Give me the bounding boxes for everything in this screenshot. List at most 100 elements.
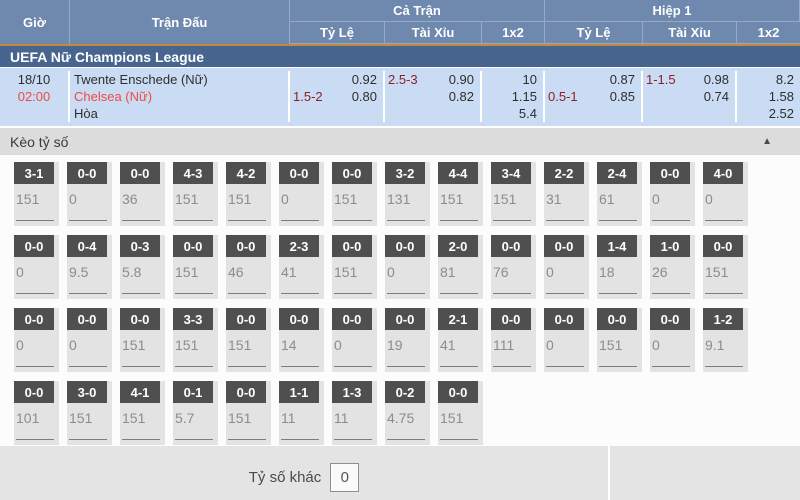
ft-1x2-away[interactable]: 1.15 (482, 88, 537, 105)
score-odds-cell[interactable]: 3-4151 (491, 162, 536, 226)
score-odds-cell[interactable]: 0-0151 (332, 235, 377, 299)
score-odds-cell[interactable]: 3-1151 (14, 162, 59, 226)
score-label: 0-0 (650, 162, 690, 184)
score-label: 4-0 (703, 162, 743, 184)
header-full-time-group: Cả Trận (290, 0, 545, 22)
h1-handicap-cell[interactable]: 0.87 0.5-10.85 (545, 71, 643, 122)
score-odds-cell[interactable]: 0-0151 (226, 308, 271, 372)
score-odds-cell[interactable]: 0-00 (14, 235, 59, 299)
score-label: 0-0 (332, 308, 372, 330)
score-odds-cell[interactable]: 0-0151 (597, 308, 642, 372)
correct-score-grid: 3-11510-000-0364-31514-21510-000-01513-2… (0, 155, 800, 446)
ft-hdp-away-odds[interactable]: 0.80 (352, 88, 377, 105)
correct-score-section-header[interactable]: Kèo tỷ số ▲ (0, 128, 800, 155)
score-odds-cell[interactable]: 0-0151 (173, 235, 218, 299)
score-odds-cell[interactable]: 4-2151 (226, 162, 271, 226)
score-odds-cell[interactable]: 0-036 (120, 162, 165, 226)
cell-underline (440, 439, 478, 440)
h1-ou-line: 1-1.5 (646, 71, 676, 88)
score-label: 4-1 (120, 381, 160, 403)
score-label: 3-4 (491, 162, 531, 184)
score-odds-cell[interactable]: 0-15.7 (173, 381, 218, 445)
cell-underline (16, 439, 54, 440)
score-label: 4-4 (438, 162, 478, 184)
score-odds-cell[interactable]: 0-00 (67, 162, 112, 226)
score-odds-cell[interactable]: 0-0151 (703, 235, 748, 299)
score-odds-cell[interactable]: 1-418 (597, 235, 642, 299)
h1-1x2-cell[interactable]: 8.2 1.58 2.52 (737, 71, 800, 122)
score-odds-cell[interactable]: 3-0151 (67, 381, 112, 445)
score-odds-cell[interactable]: 2-081 (438, 235, 483, 299)
score-odds-cell[interactable]: 2-141 (438, 308, 483, 372)
score-odds-value: 131 (385, 191, 430, 207)
score-odds-cell[interactable]: 1-311 (332, 381, 377, 445)
h1-hdp-away-odds[interactable]: 0.85 (610, 88, 635, 105)
score-odds-value: 151 (173, 191, 218, 207)
ft-1x2-home[interactable]: 10 (482, 71, 537, 88)
score-odds-cell[interactable]: 4-1151 (120, 381, 165, 445)
score-odds-cell[interactable]: 0-019 (385, 308, 430, 372)
score-odds-cell[interactable]: 0-0151 (120, 308, 165, 372)
score-odds-cell[interactable]: 0-24.75 (385, 381, 430, 445)
h1-1x2-home[interactable]: 8.2 (737, 71, 794, 88)
h1-1x2-away[interactable]: 1.58 (737, 88, 794, 105)
score-label: 0-1 (173, 381, 213, 403)
score-label: 0-3 (120, 235, 160, 257)
match-time: 02:00 (0, 88, 68, 105)
score-odds-cell[interactable]: 0-00 (279, 162, 324, 226)
h1-over-under-cell[interactable]: 1-1.5 0.98 0.74 (643, 71, 737, 122)
score-odds-cell[interactable]: 1-29.1 (703, 308, 748, 372)
score-odds-cell[interactable]: 0-014 (279, 308, 324, 372)
score-odds-cell[interactable]: 0-0151 (332, 162, 377, 226)
score-odds-cell[interactable]: 0-00 (544, 235, 589, 299)
ft-ou-over-odds[interactable]: 0.90 (449, 71, 474, 88)
score-odds-cell[interactable]: 0-00 (650, 308, 695, 372)
score-odds-cell[interactable]: 4-4151 (438, 162, 483, 226)
h1-ou-under-odds[interactable]: 0.74 (704, 88, 729, 105)
score-odds-cell[interactable]: 0-49.5 (67, 235, 112, 299)
score-odds-cell[interactable]: 0-076 (491, 235, 536, 299)
cell-underline (599, 220, 637, 221)
score-odds-cell[interactable]: 4-3151 (173, 162, 218, 226)
score-odds-cell[interactable]: 0-00 (332, 308, 377, 372)
score-odds-cell[interactable]: 3-3151 (173, 308, 218, 372)
score-odds-cell[interactable]: 0-0101 (14, 381, 59, 445)
score-odds-cell[interactable]: 3-2131 (385, 162, 430, 226)
h1-1x2-draw[interactable]: 2.52 (737, 105, 794, 122)
score-odds-cell[interactable]: 0-00 (544, 308, 589, 372)
collapse-arrow-icon[interactable]: ▲ (762, 136, 772, 147)
h1-hdp-home-odds[interactable]: 0.87 (610, 71, 635, 88)
score-odds-cell[interactable]: 0-00 (385, 235, 430, 299)
score-odds-cell[interactable]: 2-341 (279, 235, 324, 299)
score-odds-cell[interactable]: 1-111 (279, 381, 324, 445)
ft-1x2-cell[interactable]: 10 1.15 5.4 (482, 71, 545, 122)
score-label: 2-2 (544, 162, 584, 184)
score-odds-cell[interactable]: 0-0151 (438, 381, 483, 445)
ft-handicap-cell[interactable]: 0.92 1.5-2 0.80 (290, 71, 385, 122)
ft-over-under-cell[interactable]: 2.5-30.90 0.82 (385, 71, 482, 122)
ft-hdp-home-odds[interactable]: 0.92 (352, 71, 377, 88)
score-odds-cell[interactable]: 0-0151 (226, 381, 271, 445)
score-odds-value: 151 (120, 410, 165, 426)
ft-ou-under-odds[interactable]: 0.82 (449, 88, 474, 105)
score-odds-cell[interactable]: 0-00 (650, 162, 695, 226)
score-label: 1-3 (332, 381, 372, 403)
h1-ou-over-odds[interactable]: 0.98 (704, 71, 729, 88)
other-score-value-box[interactable]: 0 (330, 463, 359, 492)
score-odds-cell[interactable]: 4-00 (703, 162, 748, 226)
score-odds-cell[interactable]: 0-0111 (491, 308, 536, 372)
score-odds-cell[interactable]: 2-461 (597, 162, 642, 226)
cell-underline (281, 293, 319, 294)
score-odds-cell[interactable]: 1-026 (650, 235, 695, 299)
score-odds-cell[interactable]: 0-35.8 (120, 235, 165, 299)
score-label: 0-0 (544, 308, 584, 330)
score-odds-cell[interactable]: 0-046 (226, 235, 271, 299)
score-odds-cell[interactable]: 2-231 (544, 162, 589, 226)
home-team[interactable]: Twente Enschede (Nữ) (74, 71, 288, 88)
ft-hdp-line: 1.5-2 (293, 88, 323, 105)
score-label: 0-2 (385, 381, 425, 403)
ft-1x2-draw[interactable]: 5.4 (482, 105, 537, 122)
score-odds-cell[interactable]: 0-00 (67, 308, 112, 372)
score-odds-cell[interactable]: 0-00 (14, 308, 59, 372)
away-team[interactable]: Chelsea (Nữ) (74, 88, 288, 105)
